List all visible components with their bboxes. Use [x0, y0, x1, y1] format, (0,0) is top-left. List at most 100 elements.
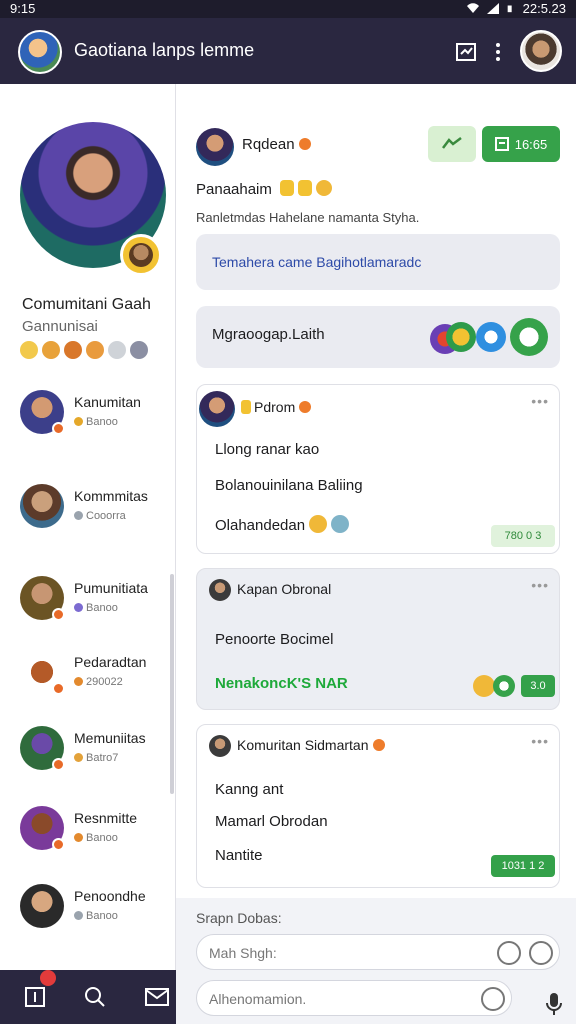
- post-author-avatar[interactable]: [196, 128, 234, 166]
- nav-search-button[interactable]: [82, 984, 108, 1010]
- sidebar-item-sub: Banoo: [74, 832, 118, 844]
- card-author-avatar[interactable]: [209, 579, 231, 601]
- profile-subtitle: Gannunisai: [22, 318, 98, 335]
- sidebar-item[interactable]: Pedaradtan 290022: [20, 650, 170, 700]
- post-link-text: Temahera came Bagihotlamaradc: [212, 254, 422, 270]
- camera-icon[interactable]: [481, 987, 505, 1011]
- card-line: Nantite: [215, 847, 263, 864]
- sidebar-item-sub: Banoo: [74, 602, 118, 614]
- sidebar-item[interactable]: Resnmitte Banoo: [20, 806, 170, 856]
- search-icon: [85, 987, 105, 1007]
- smile-emoji-icon: [316, 180, 333, 196]
- card-line: Bolanouinilana Baliing: [215, 477, 363, 494]
- smile-emoji-icon: [20, 341, 38, 359]
- sidebar-scrollbar[interactable]: [170, 574, 174, 794]
- reaction-panel: Mgraoogap.Laith: [196, 306, 560, 368]
- notification-badge: [40, 970, 56, 986]
- post-link[interactable]: Temahera came Bagihotlamaradc: [196, 234, 560, 290]
- wifi-icon: [466, 3, 479, 14]
- signal-icon: [486, 3, 499, 14]
- laugh-emoji-icon[interactable]: [473, 675, 495, 697]
- coin-icon: [74, 677, 83, 686]
- card-menu-button[interactable]: •••: [531, 733, 549, 749]
- status-dot: [52, 422, 65, 435]
- sidebar-item-sub: Banoo: [74, 910, 118, 922]
- community-avatar: [20, 884, 64, 928]
- target-icon[interactable]: [497, 941, 521, 965]
- app-logo: [18, 30, 62, 74]
- status-dot: [52, 608, 65, 621]
- like-reaction-icon[interactable]: [476, 322, 506, 352]
- members-count-button[interactable]: 16:65: [482, 126, 560, 162]
- sidebar-item-name: Kanumitan: [74, 394, 141, 410]
- card-author[interactable]: Komuritan Sidmartan: [237, 737, 385, 753]
- card-menu-button[interactable]: •••: [531, 393, 549, 409]
- card-author[interactable]: Kapan Obronal: [237, 581, 331, 597]
- sidebar-item-sub: Banoo: [74, 416, 118, 428]
- grin-emoji-icon: [42, 341, 60, 359]
- card-line: Mamarl Obrodan: [215, 813, 328, 830]
- card-line: Llong ranar kao: [215, 441, 320, 458]
- card-author[interactable]: Pdrom: [241, 399, 312, 415]
- gold-emoji-icon: [241, 400, 251, 414]
- home-box-icon: [25, 987, 45, 1007]
- sidebar-item-name: Kommmitas: [74, 488, 148, 504]
- badge-face-icon: [129, 243, 153, 267]
- secondary-input[interactable]: Alhenomamion.: [196, 980, 512, 1016]
- compose-button[interactable]: [452, 38, 480, 66]
- sidebar-item[interactable]: Kanumitan Banoo: [20, 390, 170, 440]
- sidebar-item[interactable]: Pumunitiata Banoo: [20, 576, 170, 626]
- card-author-avatar[interactable]: [209, 735, 231, 757]
- verified-badge-icon: [372, 739, 385, 751]
- globe-emoji-icon: [331, 515, 350, 533]
- status-dot: [52, 838, 65, 851]
- comment-input[interactable]: Mah Shgh:: [196, 934, 560, 970]
- card-stat-chip[interactable]: 3.0: [521, 675, 555, 697]
- voice-button[interactable]: [540, 990, 568, 1018]
- nav-home-button[interactable]: [22, 984, 48, 1010]
- bottom-nav: [0, 970, 176, 1024]
- emoji-row: [20, 341, 148, 359]
- sidebar-item[interactable]: Penoondhe Banoo: [20, 884, 170, 934]
- post-card: Pdrom ••• Llong ranar kao Bolanouinilana…: [196, 384, 560, 554]
- sidebar-item-sub: 290022: [74, 676, 123, 688]
- edit-box-icon: [456, 43, 476, 61]
- star-reaction-icon[interactable]: [493, 675, 515, 697]
- post-author[interactable]: Rqdean: [242, 136, 311, 153]
- status-icons: 22:5.23: [466, 1, 566, 16]
- status-dot: [52, 682, 65, 695]
- comment-placeholder: Mah Shgh:: [209, 945, 277, 961]
- card-author-avatar[interactable]: [199, 391, 235, 427]
- more-menu-button[interactable]: [484, 38, 512, 66]
- sidebar-item[interactable]: Memuniitas Batro7: [20, 726, 170, 776]
- emoji-picker-icon[interactable]: [529, 941, 553, 965]
- card-highlight[interactable]: NenakoncK'S NAR: [215, 675, 348, 692]
- coin-icon: [74, 417, 83, 426]
- join-button[interactable]: [428, 126, 476, 162]
- verified-badge-icon: [299, 401, 312, 413]
- card-stat-chip[interactable]: 780 0 3: [491, 525, 555, 547]
- sidebar-item-name: Memuniitas: [74, 730, 146, 746]
- community-feed: Rqdean 16:65 Panaahaim Ranletmdas Hahela…: [176, 84, 576, 898]
- card-menu-button[interactable]: •••: [531, 577, 549, 593]
- reaction-title: Mgraoogap.Laith: [212, 326, 325, 343]
- more-vertical-icon: [496, 43, 500, 61]
- post-description: Ranletmdas Hahelane namanta Styha.: [196, 210, 420, 225]
- handshake-icon: [442, 137, 462, 149]
- microphone-icon: [546, 993, 562, 1015]
- comment-area: Srapn Dobas: Mah Shgh: Alhenomamion.: [176, 898, 576, 1024]
- gear-emoji-icon: [130, 341, 148, 359]
- card-stat-chip[interactable]: 1031 1 2: [491, 855, 555, 877]
- user-avatar[interactable]: [520, 30, 562, 72]
- post-title: Panaahaim: [196, 180, 333, 198]
- nav-mail-button[interactable]: [144, 984, 170, 1010]
- verified-badge-icon: [298, 138, 311, 150]
- laugh-emoji-icon: [86, 341, 104, 359]
- coin-icon: [74, 833, 83, 842]
- sidebar-item[interactable]: Kommmitas Cooorra: [20, 484, 170, 534]
- coin-icon: [74, 753, 83, 762]
- ghost-emoji-icon: [108, 341, 126, 359]
- star-reaction-icon[interactable]: [446, 322, 476, 352]
- add-reaction-icon[interactable]: [510, 318, 548, 356]
- post-card: Komuritan Sidmartan ••• Kanng ant Mamarl…: [196, 724, 560, 888]
